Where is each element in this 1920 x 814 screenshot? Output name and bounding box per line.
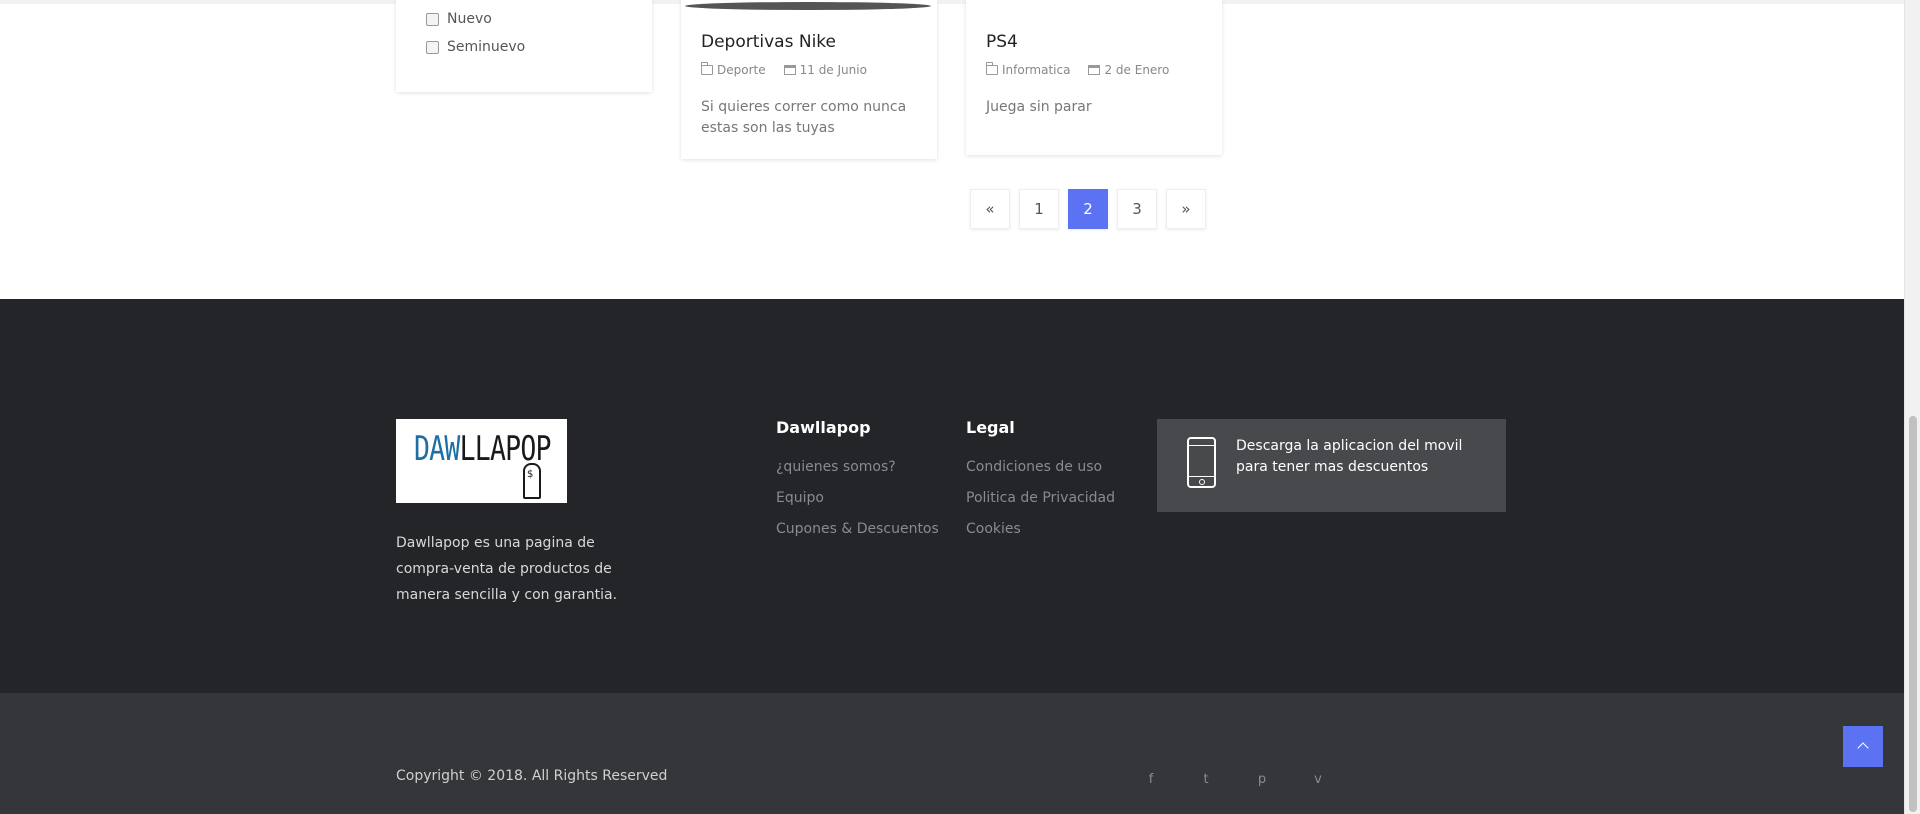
product-title[interactable]: PS4 <box>986 32 1018 52</box>
product-description: Juega sin parar <box>986 99 1092 115</box>
product-title[interactable]: Deportivas Nike <box>701 32 836 52</box>
product-description: Si quieres correr como nunca estas son l… <box>701 99 907 136</box>
filter-option-nuevo[interactable]: Nuevo <box>426 11 492 27</box>
footer-column-dawllapop: Dawllapop ¿quienes somos? Equipo Cupones… <box>776 418 939 552</box>
app-download-text: Descarga la aplicacion del movil para te… <box>1236 438 1463 475</box>
pinterest-icon[interactable]: p <box>1252 772 1272 787</box>
calendar-icon <box>783 65 796 75</box>
vimeo-icon[interactable]: v <box>1308 772 1328 787</box>
product-image[interactable] <box>685 2 931 10</box>
pagination-page-2[interactable]: 2 <box>1068 189 1108 229</box>
footer-bottom-bar <box>0 693 1904 814</box>
footer-column-title: Legal <box>966 418 1015 437</box>
footer-link-quienes-somos[interactable]: ¿quienes somos? <box>776 459 939 490</box>
page-scrollbar[interactable] <box>1904 0 1920 814</box>
copyright-text: Copyright © 2018. All Rights Reserved <box>396 768 668 784</box>
calendar-icon <box>1088 65 1101 75</box>
folder-icon <box>986 62 998 75</box>
checkbox[interactable] <box>426 40 439 54</box>
header-divider <box>0 0 1904 4</box>
content-area: Nuevo Seminuevo Deportivas Nike Deporte … <box>0 0 1904 299</box>
facebook-icon[interactable]: f <box>1141 772 1161 787</box>
filter-panel: Nuevo Seminuevo <box>396 0 652 92</box>
footer-about-text: Dawllapop es una pagina de compra-venta … <box>396 535 618 603</box>
pagination-next-button[interactable]: » <box>1166 189 1206 229</box>
footer-column-title: Dawllapop <box>776 418 871 437</box>
product-category[interactable]: Informatica <box>1002 63 1070 77</box>
price-tag-icon <box>523 463 541 499</box>
product-meta: Deporte 11 de Junio <box>701 62 867 77</box>
footer-link-equipo[interactable]: Equipo <box>776 490 939 521</box>
product-card[interactable]: Deportivas Nike Deporte 11 de Junio Si q… <box>681 0 937 159</box>
product-card[interactable]: PS4 Informatica 2 de Enero Juega sin par… <box>966 0 1222 155</box>
footer-link-condiciones[interactable]: Condiciones de uso <box>966 459 1115 490</box>
product-date: 11 de Junio <box>799 63 867 77</box>
product-category[interactable]: Deporte <box>717 63 766 77</box>
footer-link-cupones[interactable]: Cupones & Descuentos <box>776 521 939 552</box>
pagination-page-1[interactable]: 1 <box>1019 189 1059 229</box>
filter-option-label: Nuevo <box>447 11 492 27</box>
scrollbar-thumb[interactable] <box>1909 416 1917 812</box>
footer <box>0 299 1904 693</box>
footer-link-privacidad[interactable]: Politica de Privacidad <box>966 490 1115 521</box>
filter-option-seminuevo[interactable]: Seminuevo <box>426 39 525 55</box>
pagination: « 1 2 3 » <box>970 189 1215 229</box>
footer-link-cookies[interactable]: Cookies <box>966 521 1115 552</box>
product-date: 2 de Enero <box>1104 63 1170 77</box>
filter-option-label: Seminuevo <box>447 39 526 55</box>
back-to-top-button[interactable] <box>1843 726 1883 767</box>
app-download-banner[interactable]: Descarga la aplicacion del movil para te… <box>1157 419 1506 512</box>
pagination-prev-button[interactable]: « <box>970 189 1010 229</box>
footer-column-legal: Legal Condiciones de uso Politica de Pri… <box>966 418 1115 552</box>
product-meta: Informatica 2 de Enero <box>986 62 1170 77</box>
twitter-icon[interactable]: t <box>1196 772 1216 787</box>
site-logo[interactable]: DAWLLAPOP <box>396 419 567 503</box>
folder-icon <box>701 62 713 75</box>
pagination-page-3[interactable]: 3 <box>1117 189 1157 229</box>
checkbox[interactable] <box>426 12 439 26</box>
smartphone-icon <box>1187 437 1216 488</box>
